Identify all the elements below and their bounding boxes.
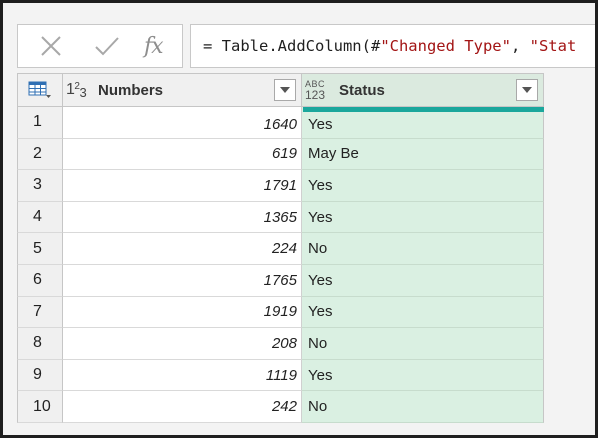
status-cell[interactable]: Yes — [302, 170, 544, 202]
formula-bar: fx = Table.AddColumn(# "Changed Type", "S… — [17, 24, 595, 68]
column-filter-button[interactable] — [274, 79, 296, 101]
column-header-status[interactable]: ABC 123 Status — [302, 74, 544, 106]
app-window: fx = Table.AddColumn(# "Changed Type", "S… — [0, 0, 598, 438]
row-number[interactable]: 10 — [17, 391, 63, 423]
column-header-row: 123 Numbers ABC 123 Status — [17, 73, 544, 107]
table-row[interactable]: 9 1119 Yes — [17, 359, 544, 392]
formula-separator: , — [510, 37, 530, 55]
formula-input[interactable]: = Table.AddColumn(# "Changed Type", "Stat — [190, 24, 595, 68]
formula-controls: fx — [17, 24, 183, 68]
table-menu-icon — [28, 81, 51, 98]
table-row[interactable]: 10 242 No — [17, 391, 544, 423]
table-row[interactable]: 3 1791 Yes — [17, 170, 544, 202]
formula-text: = Table.AddColumn(# — [203, 37, 381, 55]
status-cell[interactable]: Yes — [302, 296, 544, 329]
data-grid: 123 Numbers ABC 123 Status 1 1640 Yes 2 619 M… — [17, 73, 544, 423]
x-icon — [41, 36, 61, 56]
row-number[interactable]: 1 — [17, 107, 63, 139]
status-cell[interactable]: Yes — [302, 264, 544, 297]
row-number[interactable]: 8 — [17, 328, 63, 360]
row-number[interactable]: 7 — [17, 296, 63, 329]
numbers-cell[interactable]: 1919 — [63, 296, 302, 329]
table-row[interactable]: 7 1919 Yes — [17, 296, 544, 329]
chevron-down-icon — [280, 87, 290, 93]
whole-number-type-icon[interactable]: 123 — [66, 81, 94, 100]
status-cell[interactable]: No — [302, 328, 544, 360]
insert-function-button[interactable]: fx — [144, 34, 164, 59]
numbers-cell[interactable]: 208 — [63, 328, 302, 360]
numbers-cell[interactable]: 619 — [63, 138, 302, 171]
row-number[interactable]: 9 — [17, 359, 63, 392]
status-cell[interactable]: May Be — [302, 138, 544, 171]
table-row[interactable]: 2 619 May Be — [17, 138, 544, 171]
table-row[interactable]: 8 208 No — [17, 328, 544, 360]
cancel-formula-button[interactable] — [34, 31, 68, 61]
type-icon-bottom: 123 — [305, 88, 326, 102]
status-cell[interactable]: Yes — [302, 201, 544, 234]
column-label: Status — [339, 81, 385, 99]
table-row[interactable]: 4 1365 Yes — [17, 201, 544, 234]
formula-string: "Changed Type" — [380, 37, 511, 55]
column-filter-button[interactable] — [516, 79, 538, 101]
any-type-icon[interactable]: ABC 123 — [305, 79, 331, 101]
numbers-cell[interactable]: 1765 — [63, 264, 302, 297]
table-menu-button[interactable] — [17, 74, 63, 106]
numbers-cell[interactable]: 224 — [63, 233, 302, 265]
check-icon — [95, 37, 119, 56]
table-row[interactable]: 6 1765 Yes — [17, 264, 544, 297]
numbers-cell[interactable]: 1365 — [63, 201, 302, 234]
row-number[interactable]: 4 — [17, 201, 63, 234]
numbers-cell[interactable]: 1791 — [63, 170, 302, 202]
status-cell[interactable]: No — [302, 233, 544, 265]
numbers-cell[interactable]: 1640 — [63, 107, 302, 139]
status-cell[interactable]: Yes — [302, 359, 544, 392]
column-quality-bar — [303, 107, 544, 112]
table-body: 1 1640 Yes 2 619 May Be 3 1791 Yes 4 1365 Yes 5 224 No… — [17, 107, 544, 423]
row-number[interactable]: 3 — [17, 170, 63, 202]
confirm-formula-button[interactable] — [90, 31, 124, 61]
column-label: Numbers — [98, 81, 164, 99]
column-header-numbers[interactable]: 123 Numbers — [63, 74, 302, 106]
numbers-cell[interactable]: 1119 — [63, 359, 302, 392]
row-number[interactable]: 2 — [17, 138, 63, 171]
table-row[interactable]: 5 224 No — [17, 233, 544, 265]
row-number[interactable]: 6 — [17, 264, 63, 297]
formula-string: "Stat — [529, 37, 577, 55]
status-cell[interactable]: No — [302, 391, 544, 423]
row-number[interactable]: 5 — [17, 233, 63, 265]
numbers-cell[interactable]: 242 — [63, 391, 302, 423]
chevron-down-icon — [522, 87, 532, 93]
